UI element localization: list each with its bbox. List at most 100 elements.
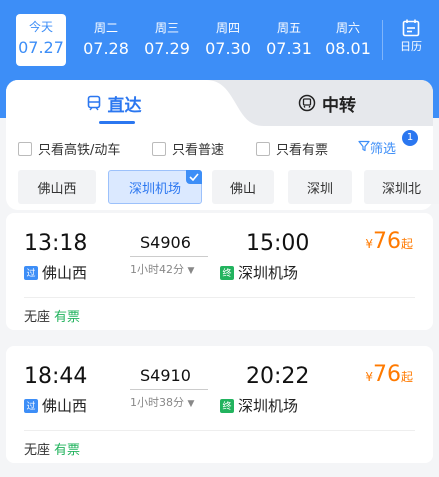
caret-down-icon: ▼ (187, 266, 195, 276)
duration-text: 1小时42分 (130, 263, 184, 276)
price: ¥ 76 起 (365, 362, 413, 387)
station-chip-3[interactable]: 深圳 (288, 170, 352, 204)
date-tab-3[interactable]: 周四 07.30 (202, 20, 254, 60)
terminal-tag: 终 (220, 398, 234, 413)
from-station-name: 佛山西 (42, 397, 88, 415)
date-value: 07.30 (205, 39, 251, 58)
to-station: 终 深圳机场 (220, 262, 298, 283)
station-chip-label: 佛山西 (37, 181, 77, 197)
calendar-divider (382, 20, 383, 60)
transfer-icon (298, 94, 316, 112)
seat-status: 有票 (54, 443, 81, 458)
seat-status: 有票 (54, 310, 81, 325)
checkbox[interactable] (18, 141, 32, 156)
date-value: 07.27 (18, 38, 64, 57)
date-value: 08.01 (325, 39, 371, 58)
filter-high-speed-label: 只看高铁/动车 (38, 143, 121, 158)
filter-high-speed[interactable]: 只看高铁/动车 (18, 139, 120, 158)
train-number: S4906 (140, 233, 191, 252)
date-weekday: 周三 (154, 21, 179, 35)
terminal-tag: 终 (220, 265, 234, 280)
filter-normal-speed[interactable]: 只看普速 (152, 139, 224, 158)
date-weekday: 周五 (276, 21, 301, 35)
tab-direct[interactable]: 直达 (6, 80, 221, 126)
date-tab-5[interactable]: 周六 08.01 (322, 20, 374, 60)
arrive-time: 20:22 (246, 364, 310, 389)
date-tab-4[interactable]: 周五 07.31 (263, 20, 315, 60)
tab-direct-label: 直达 (107, 95, 142, 116)
price-suffix: 起 (400, 370, 413, 384)
date-weekday: 周六 (335, 21, 360, 35)
pass-tag: 过 (24, 265, 38, 280)
price-value: 76 (372, 229, 401, 254)
seat-info: 无座 有票 (24, 439, 80, 458)
date-value: 07.31 (266, 39, 312, 58)
price-currency: ¥ (365, 370, 373, 384)
date-value: 07.29 (144, 39, 190, 58)
checkbox[interactable] (256, 141, 270, 156)
divider (24, 430, 415, 431)
train-number: S4910 (140, 366, 191, 385)
filter-button-label: 筛选 (370, 142, 397, 157)
filter-count-badge: 1 (402, 130, 418, 146)
calendar-button[interactable]: 日历 (388, 18, 434, 54)
seat-type: 无座 (24, 443, 51, 458)
checkbox[interactable] (152, 141, 166, 156)
route-line (130, 256, 208, 257)
price: ¥ 76 起 (365, 229, 413, 254)
filter-bar: 只看高铁/动车 只看普速 只看有票 筛选 1 (6, 130, 433, 158)
station-chip-1[interactable]: 深圳机场 (108, 170, 202, 204)
price-value: 76 (372, 362, 401, 387)
duration[interactable]: 1小时38分 ▼ (130, 394, 194, 410)
station-chip-label: 深圳机场 (128, 181, 181, 197)
date-value: 07.28 (83, 39, 129, 58)
to-station-name: 深圳机场 (238, 264, 299, 282)
train-card[interactable]: 13:18 S4906 1小时42分 ▼ 15:00 过 佛山西 终 深圳机场 … (6, 213, 433, 330)
train-card[interactable]: 18:44 S4910 1小时38分 ▼ 20:22 过 佛山西 终 深圳机场 … (6, 346, 433, 463)
station-chip-4[interactable]: 深圳北 (364, 170, 439, 204)
route-line (130, 389, 208, 390)
tab-bar: 直达 中转 (6, 80, 433, 126)
station-chip-label: 佛山 (229, 181, 256, 197)
date-weekday: 今天 (28, 20, 53, 34)
duration[interactable]: 1小时42分 ▼ (130, 261, 194, 277)
to-station: 终 深圳机场 (220, 395, 298, 416)
filter-normal-speed-label: 只看普速 (172, 143, 225, 158)
duration-text: 1小时38分 (130, 396, 184, 409)
station-chip-2[interactable]: 佛山 (212, 170, 274, 204)
filter-available[interactable]: 只看有票 (256, 139, 328, 158)
caret-down-icon: ▼ (187, 399, 195, 409)
seat-type: 无座 (24, 310, 51, 325)
from-station: 过 佛山西 (24, 395, 87, 416)
date-tab-2[interactable]: 周三 07.29 (141, 20, 193, 60)
seat-info: 无座 有票 (24, 306, 80, 325)
station-chip-row: 佛山西 深圳机场 佛山 深圳 深圳北 (0, 170, 439, 204)
to-station-name: 深圳机场 (238, 397, 299, 415)
depart-time: 18:44 (24, 364, 88, 389)
tab-transfer-label: 中转 (322, 95, 356, 116)
from-station: 过 佛山西 (24, 262, 87, 283)
divider (24, 297, 415, 298)
filter-button[interactable]: 筛选 (358, 138, 396, 157)
station-chip-0[interactable]: 佛山西 (18, 170, 96, 204)
from-station-name: 佛山西 (42, 264, 88, 282)
train-icon (86, 95, 102, 111)
calendar-icon (388, 18, 434, 38)
arrive-time: 15:00 (246, 231, 310, 256)
calendar-label: 日历 (400, 40, 422, 53)
funnel-icon (358, 140, 370, 156)
date-tab-0[interactable]: 今天 07.27 (16, 14, 66, 66)
tab-transfer[interactable]: 中转 (221, 80, 433, 126)
filter-available-label: 只看有票 (276, 143, 329, 158)
date-weekday: 周四 (215, 21, 240, 35)
date-weekday: 周二 (93, 21, 118, 35)
price-suffix: 起 (400, 237, 413, 251)
tab-active-indicator (99, 121, 135, 124)
pass-tag: 过 (24, 398, 38, 413)
station-chip-label: 深圳北 (381, 181, 421, 197)
check-icon (186, 170, 202, 184)
station-chip-label: 深圳 (306, 181, 333, 197)
price-currency: ¥ (365, 237, 373, 251)
date-tab-1[interactable]: 周二 07.28 (80, 20, 132, 60)
depart-time: 13:18 (24, 231, 88, 256)
